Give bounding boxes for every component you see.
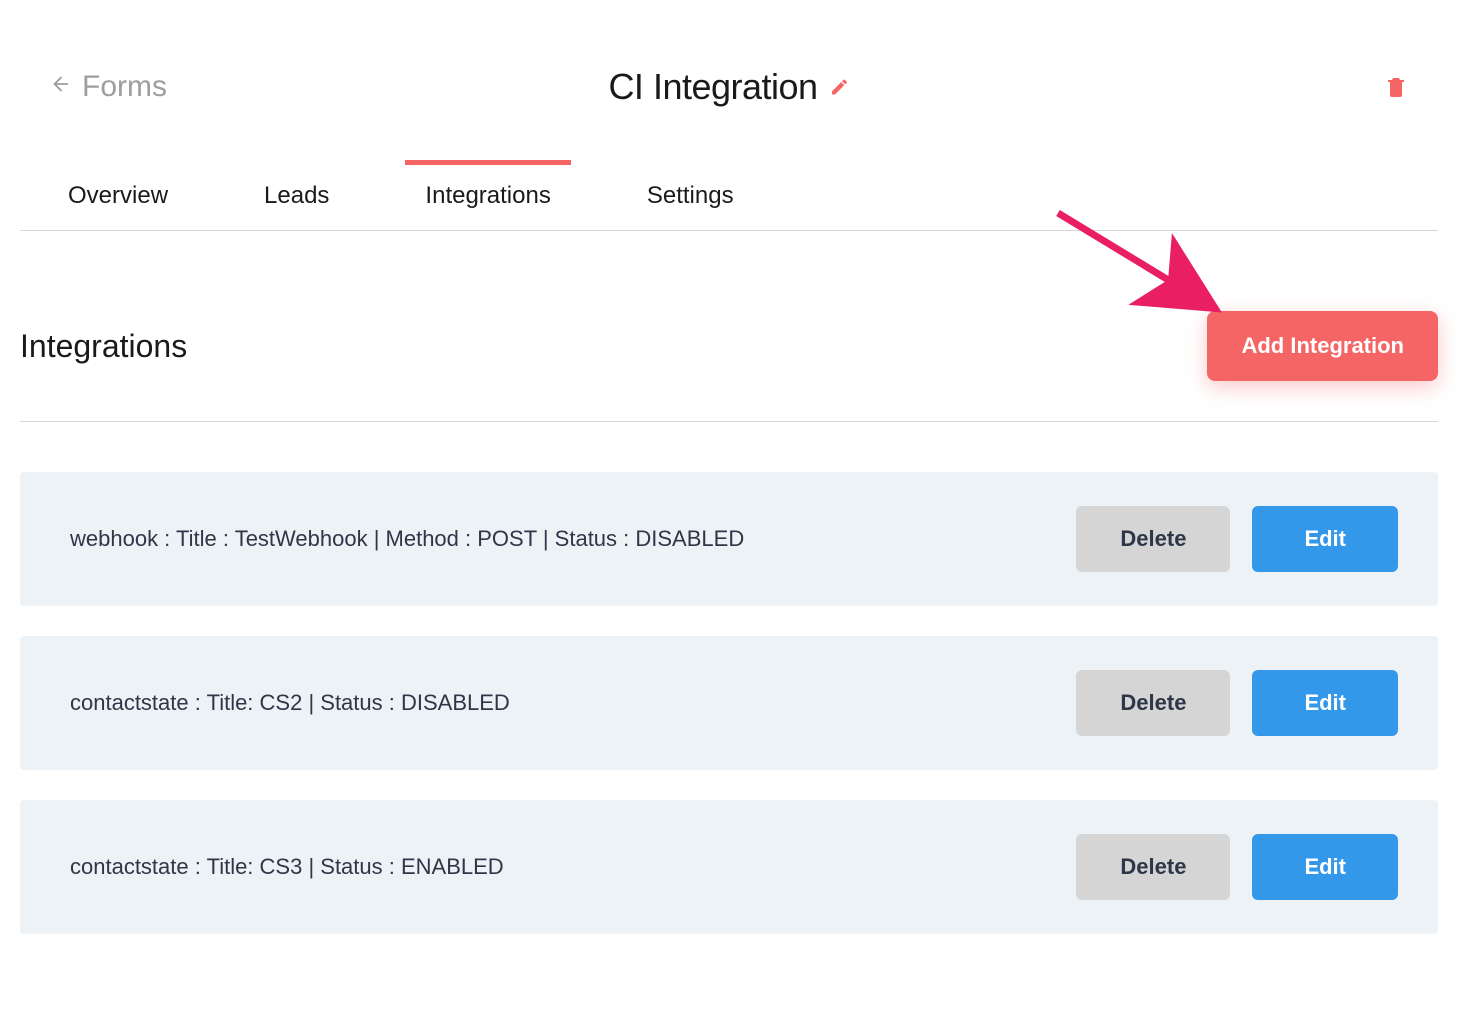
page-title: CI Integration (608, 66, 817, 108)
delete-button[interactable]: Delete (1076, 670, 1230, 736)
integration-text: webhook : Title : TestWebhook | Method :… (70, 524, 744, 554)
edit-button[interactable]: Edit (1252, 506, 1398, 572)
integration-text: contactstate : Title: CS3 | Status : ENA… (70, 852, 504, 882)
list-item: contactstate : Title: CS3 | Status : ENA… (20, 800, 1438, 934)
breadcrumb-label: Forms (82, 70, 167, 104)
add-integration-button[interactable]: Add Integration (1207, 311, 1438, 381)
item-actions: Delete Edit (1076, 670, 1398, 736)
pencil-icon[interactable] (830, 77, 850, 97)
arrow-left-icon (50, 73, 72, 101)
delete-button[interactable]: Delete (1076, 506, 1230, 572)
section-header: Integrations Add Integration (20, 231, 1438, 422)
tab-integrations[interactable]: Integrations (417, 164, 558, 230)
tab-overview[interactable]: Overview (60, 164, 176, 230)
delete-button[interactable]: Delete (1076, 834, 1230, 900)
list-item: webhook : Title : TestWebhook | Method :… (20, 472, 1438, 606)
page-header: Forms CI Integration (20, 70, 1438, 104)
item-actions: Delete Edit (1076, 834, 1398, 900)
tabs: Overview Leads Integrations Settings (20, 164, 1438, 231)
trash-icon[interactable] (1384, 73, 1408, 101)
integration-text: contactstate : Title: CS2 | Status : DIS… (70, 688, 510, 718)
edit-button[interactable]: Edit (1252, 670, 1398, 736)
integrations-list: webhook : Title : TestWebhook | Method :… (20, 472, 1438, 934)
breadcrumb-back[interactable]: Forms (50, 70, 167, 104)
list-item: contactstate : Title: CS2 | Status : DIS… (20, 636, 1438, 770)
edit-button[interactable]: Edit (1252, 834, 1398, 900)
tab-settings[interactable]: Settings (639, 164, 742, 230)
item-actions: Delete Edit (1076, 506, 1398, 572)
section-title: Integrations (20, 328, 187, 365)
tab-leads[interactable]: Leads (256, 164, 337, 230)
title-wrap: CI Integration (608, 66, 849, 108)
